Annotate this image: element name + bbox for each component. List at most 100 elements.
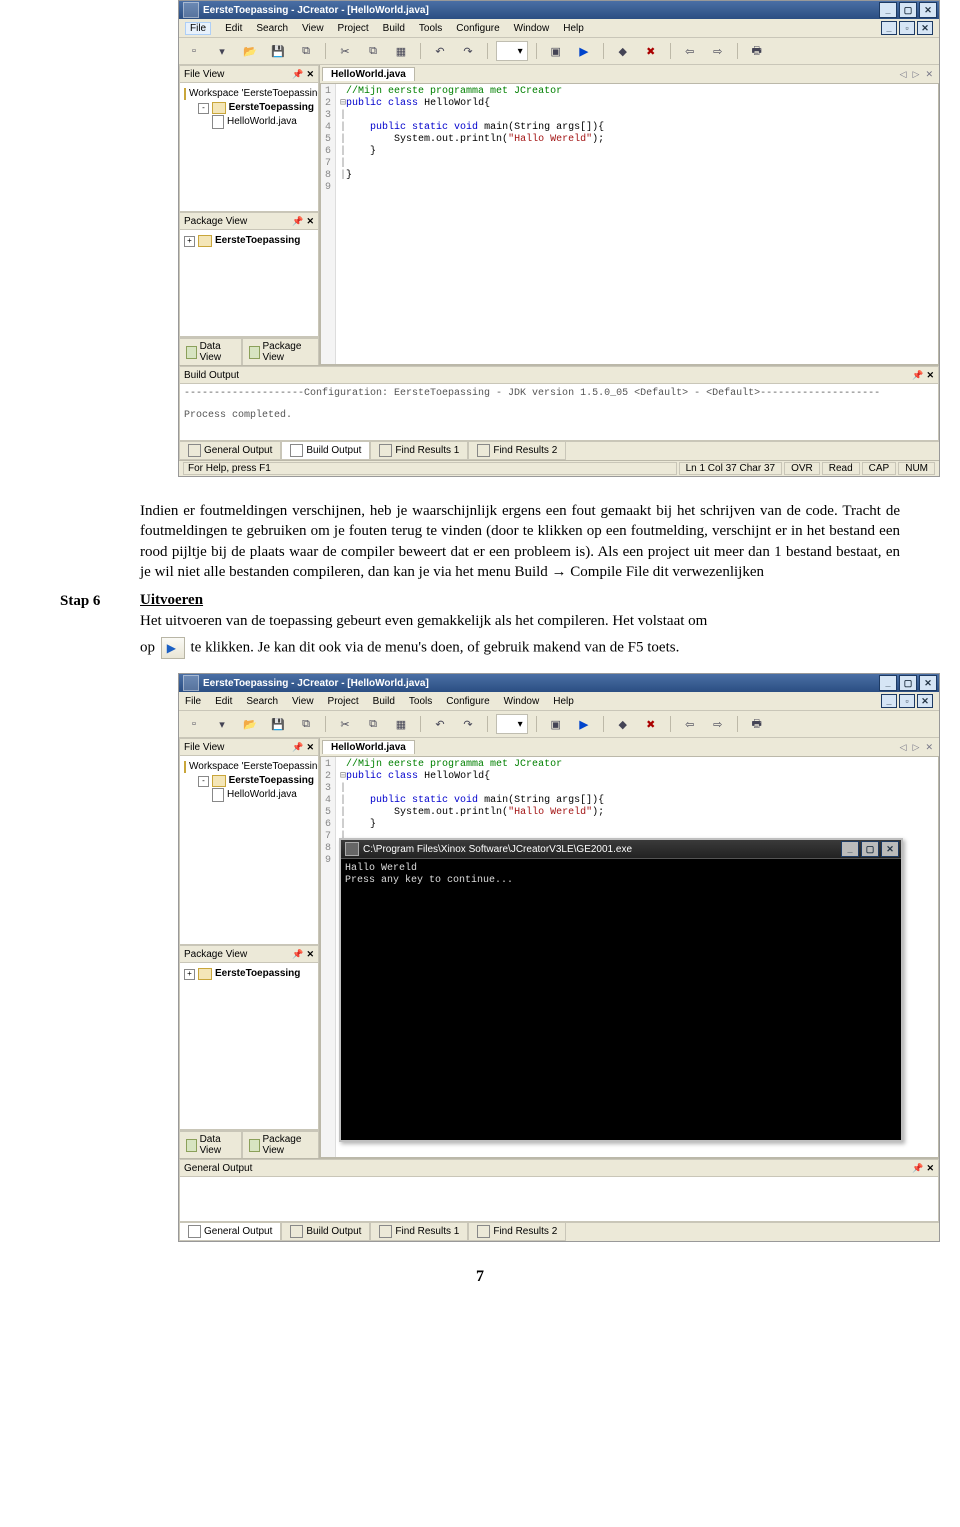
build-output-body[interactable]: --------------------Configuration: Eerst… bbox=[179, 384, 939, 441]
redo-button[interactable]: ↷ bbox=[457, 714, 479, 734]
menu-tools[interactable]: Tools bbox=[419, 23, 442, 34]
collapse-icon[interactable]: - bbox=[198, 776, 209, 787]
debug-button[interactable]: ◆ bbox=[612, 714, 634, 734]
close-button[interactable]: ✕ bbox=[919, 675, 937, 691]
minimize-button[interactable]: _ bbox=[879, 2, 897, 18]
cut-button[interactable]: ✂ bbox=[334, 714, 356, 734]
mdi-minimize-button[interactable]: _ bbox=[881, 694, 897, 708]
pin-icon[interactable]: 📌 bbox=[292, 949, 303, 960]
minimize-button[interactable]: _ bbox=[879, 675, 897, 691]
package-view-tab[interactable]: Package View bbox=[242, 338, 319, 365]
mdi-close-button[interactable]: ✕ bbox=[917, 21, 933, 35]
expand-icon[interactable]: + bbox=[184, 236, 195, 247]
run-button[interactable]: ▶ bbox=[573, 714, 595, 734]
pin-icon[interactable]: 📌 bbox=[292, 216, 303, 227]
maximize-button[interactable]: ▢ bbox=[899, 2, 917, 18]
general-output-body[interactable] bbox=[179, 1177, 939, 1222]
debug-button[interactable]: ◆ bbox=[612, 41, 634, 61]
close-button[interactable]: ✕ bbox=[919, 2, 937, 18]
open-button[interactable]: 📂 bbox=[239, 714, 261, 734]
find-results-1-tab[interactable]: Find Results 1 bbox=[370, 1223, 468, 1241]
general-output-tab[interactable]: General Output bbox=[179, 442, 281, 460]
menu-build[interactable]: Build bbox=[373, 696, 395, 707]
compile-button[interactable]: ▣ bbox=[545, 714, 567, 734]
back-button[interactable]: ⇦ bbox=[679, 714, 701, 734]
build-output-tab[interactable]: Build Output bbox=[281, 442, 370, 460]
menu-search[interactable]: Search bbox=[246, 696, 278, 707]
close-icon[interactable]: ✕ bbox=[306, 742, 314, 753]
collapse-icon[interactable]: - bbox=[198, 103, 209, 114]
close-icon[interactable]: ✕ bbox=[926, 1163, 934, 1174]
run-button[interactable]: ▶ bbox=[573, 41, 595, 61]
new-dropdown-icon[interactable]: ▾ bbox=[211, 41, 233, 61]
forward-button[interactable]: ⇨ bbox=[707, 41, 729, 61]
package-view-tab[interactable]: Package View bbox=[242, 1131, 319, 1158]
menu-edit[interactable]: Edit bbox=[215, 696, 232, 707]
tab-next-icon[interactable]: ▷ bbox=[913, 742, 920, 753]
console-minimize-button[interactable]: _ bbox=[841, 841, 859, 857]
menu-tools[interactable]: Tools bbox=[409, 696, 432, 707]
code-editor[interactable]: 123456789 //Mijn eerste programma met JC… bbox=[320, 84, 939, 365]
menu-help[interactable]: Help bbox=[553, 696, 574, 707]
menu-view[interactable]: View bbox=[292, 696, 314, 707]
save-button[interactable]: 💾 bbox=[267, 714, 289, 734]
tab-close-icon[interactable]: ✕ bbox=[925, 742, 933, 753]
package-view-tree[interactable]: +EersteToepassing bbox=[179, 230, 319, 337]
mdi-restore-button[interactable]: ▫ bbox=[899, 21, 915, 35]
back-button[interactable]: ⇦ bbox=[679, 41, 701, 61]
mdi-minimize-button[interactable]: _ bbox=[881, 21, 897, 35]
package-view-tree[interactable]: +EersteToepassing bbox=[179, 963, 319, 1130]
menu-window[interactable]: Window bbox=[514, 23, 550, 34]
forward-button[interactable]: ⇨ bbox=[707, 714, 729, 734]
menu-project[interactable]: Project bbox=[328, 696, 359, 707]
mdi-restore-button[interactable]: ▫ bbox=[899, 694, 915, 708]
menu-build[interactable]: Build bbox=[383, 23, 405, 34]
menu-view[interactable]: View bbox=[302, 23, 324, 34]
data-view-tab[interactable]: Data View bbox=[179, 338, 242, 365]
close-icon[interactable]: ✕ bbox=[306, 216, 314, 227]
tab-prev-icon[interactable]: ◁ bbox=[900, 69, 907, 80]
expand-icon[interactable]: + bbox=[184, 969, 195, 980]
copy-button[interactable]: ⧉ bbox=[362, 714, 384, 734]
menu-file[interactable]: File bbox=[185, 696, 201, 707]
editor-tab-helloworld[interactable]: HelloWorld.java bbox=[322, 67, 415, 81]
print-button[interactable]: 🖶 bbox=[746, 41, 768, 61]
file-view-tree[interactable]: Workspace 'EersteToepassing': 1 Project … bbox=[179, 83, 319, 212]
menu-window[interactable]: Window bbox=[504, 696, 540, 707]
abort-button[interactable]: ✖ bbox=[640, 714, 662, 734]
find-results-2-tab[interactable]: Find Results 2 bbox=[468, 442, 566, 460]
pin-icon[interactable]: 📌 bbox=[912, 370, 923, 381]
save-button[interactable]: 💾 bbox=[267, 41, 289, 61]
tab-next-icon[interactable]: ▷ bbox=[913, 69, 920, 80]
abort-button[interactable]: ✖ bbox=[640, 41, 662, 61]
pin-icon[interactable]: 📌 bbox=[912, 1163, 923, 1174]
cut-button[interactable]: ✂ bbox=[334, 41, 356, 61]
console-close-button[interactable]: ✕ bbox=[881, 841, 899, 857]
menu-configure[interactable]: Configure bbox=[446, 696, 489, 707]
save-all-button[interactable]: ⧉ bbox=[295, 41, 317, 61]
build-output-tab[interactable]: Build Output bbox=[281, 1223, 370, 1241]
paste-button[interactable]: ▦ bbox=[390, 41, 412, 61]
paste-button[interactable]: ▦ bbox=[390, 714, 412, 734]
console-output[interactable]: Hallo Wereld Press any key to continue..… bbox=[341, 859, 901, 1140]
tab-close-icon[interactable]: ✕ bbox=[925, 69, 933, 80]
close-icon[interactable]: ✕ bbox=[926, 370, 934, 381]
pin-icon[interactable]: 📌 bbox=[292, 69, 303, 80]
general-output-tab[interactable]: General Output bbox=[179, 1223, 281, 1241]
menu-configure[interactable]: Configure bbox=[456, 23, 499, 34]
open-button[interactable]: 📂 bbox=[239, 41, 261, 61]
file-view-tree[interactable]: Workspace 'EersteToepassing': 1 Project … bbox=[179, 756, 319, 945]
config-dropdown[interactable]: ▾ bbox=[496, 714, 528, 734]
data-view-tab[interactable]: Data View bbox=[179, 1131, 242, 1158]
console-maximize-button[interactable]: ▢ bbox=[861, 841, 879, 857]
undo-button[interactable]: ↶ bbox=[429, 714, 451, 734]
find-results-1-tab[interactable]: Find Results 1 bbox=[370, 442, 468, 460]
compile-button[interactable]: ▣ bbox=[545, 41, 567, 61]
close-icon[interactable]: ✕ bbox=[306, 949, 314, 960]
maximize-button[interactable]: ▢ bbox=[899, 675, 917, 691]
save-all-button[interactable]: ⧉ bbox=[295, 714, 317, 734]
redo-button[interactable]: ↷ bbox=[457, 41, 479, 61]
menu-project[interactable]: Project bbox=[338, 23, 369, 34]
config-dropdown[interactable]: ▾ bbox=[496, 41, 528, 61]
pin-icon[interactable]: 📌 bbox=[292, 742, 303, 753]
